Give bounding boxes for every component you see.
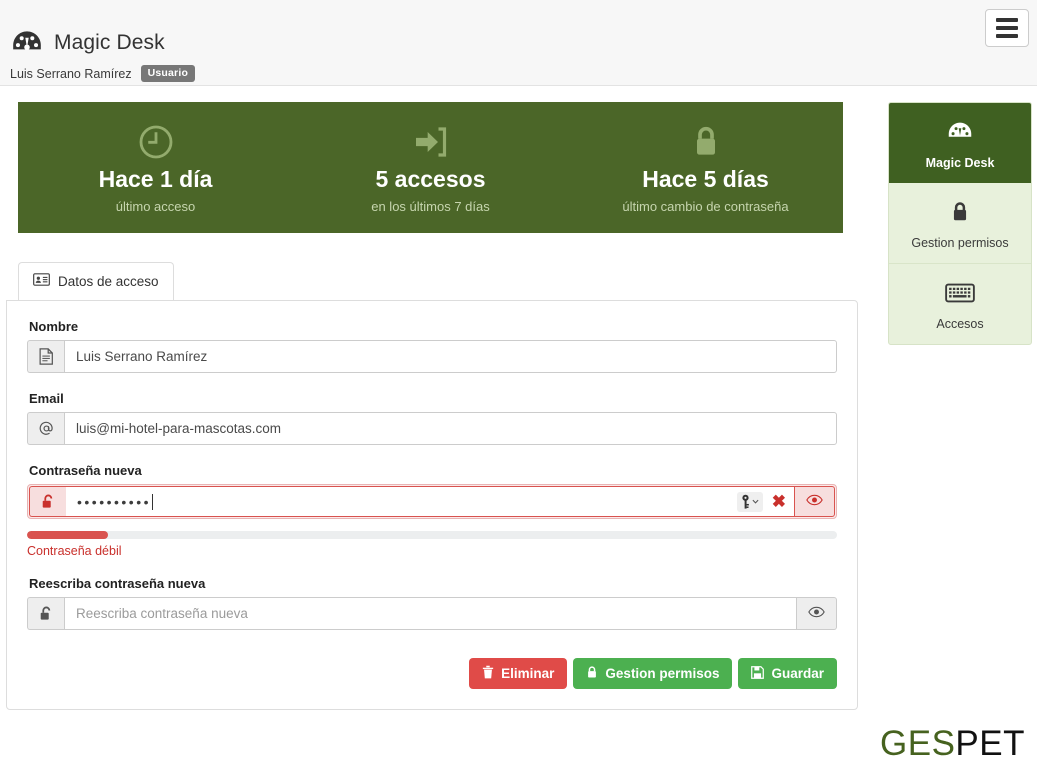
toggle-repeat-password-visibility-button[interactable] xyxy=(797,597,837,630)
password-strength-fill xyxy=(27,531,108,539)
app-title: Magic Desk xyxy=(54,31,165,54)
gespet-logo-part1: GES xyxy=(880,724,956,763)
access-data-card: Nombre Luis Serrano Ramírez Email luis@m… xyxy=(6,300,858,710)
gespet-logo: GESPET xyxy=(880,724,1025,764)
tab-label: Datos de acceso xyxy=(58,274,159,289)
user-name: Luis Serrano Ramírez xyxy=(10,66,132,81)
sidebar-item-label: Gestion permisos xyxy=(911,236,1009,250)
user-info: Luis Serrano Ramírez Usuario xyxy=(10,65,196,82)
top-header-bar: Magic Desk Luis Serrano Ramírez Usuario xyxy=(0,0,1037,86)
tab-datos-de-acceso[interactable]: Datos de acceso xyxy=(18,262,174,300)
key-icon[interactable] xyxy=(736,491,763,512)
repeat-password-input[interactable]: Reescriba contraseña nueva xyxy=(64,597,797,630)
dashboard-gauge-icon xyxy=(10,26,44,60)
hamburger-bar xyxy=(996,26,1018,30)
sidebar-nav: Magic Desk Gestion permisos Accesos xyxy=(888,102,1032,345)
repeat-password-group[interactable]: Reescriba contraseña nueva xyxy=(27,597,837,630)
new-password-value: •••••••••• xyxy=(77,493,152,510)
text-caret xyxy=(152,493,154,510)
stat-label: último cambio de contraseña xyxy=(622,198,789,214)
save-button-label: Guardar xyxy=(771,666,824,681)
tab-strip: Datos de acceso xyxy=(6,262,858,300)
id-card-icon xyxy=(33,272,50,291)
name-input[interactable]: Luis Serrano Ramírez xyxy=(64,340,837,373)
stat-value: Hace 1 día xyxy=(98,166,213,193)
stat-last-access: Hace 1 día último acceso xyxy=(18,121,293,214)
email-input[interactable]: luis@mi-hotel-para-mascotas.com xyxy=(64,412,837,445)
save-button[interactable]: Guardar xyxy=(738,658,837,689)
sidebar-item-magic-desk[interactable]: Magic Desk xyxy=(889,103,1031,183)
stat-value: Hace 5 días xyxy=(642,166,769,193)
clock-icon xyxy=(18,121,293,163)
hamburger-bar xyxy=(996,18,1018,22)
stat-access-count: 5 accesos en los últimos 7 días xyxy=(293,121,568,214)
password-input-actions: ✖ xyxy=(736,491,788,512)
stats-banner: Hace 1 día último acceso 5 accesos en lo… xyxy=(18,102,843,233)
lock-icon xyxy=(586,665,598,682)
file-text-icon xyxy=(27,340,64,373)
content-panel: Datos de acceso Nombre Luis Serrano Ramí… xyxy=(6,262,858,710)
name-value: Luis Serrano Ramírez xyxy=(76,349,208,364)
name-label: Nombre xyxy=(29,319,79,334)
chevron-down-icon xyxy=(752,499,759,504)
save-floppy-icon xyxy=(751,665,765,682)
keyboard-icon xyxy=(895,278,1025,308)
password-strength-text: Contraseña débil xyxy=(27,544,122,558)
stat-password-change: Hace 5 días último cambio de contraseña xyxy=(568,121,843,214)
email-input-group[interactable]: luis@mi-hotel-para-mascotas.com xyxy=(27,412,837,445)
lock-icon xyxy=(895,197,1025,227)
delete-button[interactable]: Eliminar xyxy=(469,658,568,689)
dashboard-gauge-icon xyxy=(895,117,1025,147)
new-password-group[interactable]: •••••••••• ✖ xyxy=(27,484,837,519)
gespet-logo-part2: PET xyxy=(955,724,1025,763)
user-role-badge: Usuario xyxy=(140,65,196,82)
sidebar-item-accesos[interactable]: Accesos xyxy=(889,264,1031,344)
sign-in-arrow-icon xyxy=(293,121,568,163)
password-strength-bar xyxy=(27,531,837,539)
trash-icon xyxy=(482,665,494,682)
form-actions: Eliminar Gestion permisos Guardar xyxy=(27,658,837,689)
name-input-group[interactable]: Luis Serrano Ramírez xyxy=(27,340,837,373)
app-root: Magic Desk Luis Serrano Ramírez Usuario … xyxy=(0,0,1037,778)
stat-label: último acceso xyxy=(115,198,196,214)
eye-icon xyxy=(806,493,823,511)
at-sign-icon xyxy=(27,412,64,445)
new-password-input[interactable]: •••••••••• ✖ xyxy=(66,486,795,517)
stat-value: 5 accesos xyxy=(375,166,486,193)
new-password-label: Contraseña nueva xyxy=(29,463,142,478)
brand: Magic Desk xyxy=(10,26,165,60)
unlock-icon xyxy=(27,597,64,630)
sidebar-item-label: Magic Desk xyxy=(925,156,995,170)
clear-password-icon[interactable]: ✖ xyxy=(772,493,786,510)
email-label: Email xyxy=(29,391,64,406)
manage-permissions-button-label: Gestion permisos xyxy=(605,666,720,681)
hamburger-menu-icon[interactable] xyxy=(985,9,1029,47)
manage-permissions-button[interactable]: Gestion permisos xyxy=(573,658,733,689)
lock-icon xyxy=(568,121,843,163)
stat-label: en los últimos 7 días xyxy=(371,198,490,214)
email-value: luis@mi-hotel-para-mascotas.com xyxy=(76,421,282,436)
repeat-password-label: Reescriba contraseña nueva xyxy=(29,576,206,591)
eye-icon xyxy=(808,605,825,623)
sidebar-item-label: Accesos xyxy=(936,317,984,331)
toggle-new-password-visibility-button[interactable] xyxy=(795,486,835,517)
unlock-icon xyxy=(29,486,66,517)
repeat-password-placeholder: Reescriba contraseña nueva xyxy=(76,606,248,621)
sidebar-item-gestion-permisos[interactable]: Gestion permisos xyxy=(889,183,1031,264)
delete-button-label: Eliminar xyxy=(501,666,555,681)
hamburger-bar xyxy=(996,34,1018,38)
